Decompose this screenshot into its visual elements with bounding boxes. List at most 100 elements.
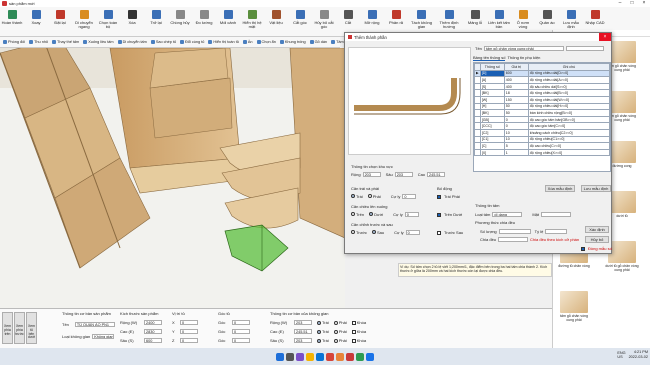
table-row[interactable]: [W] 150 độ rộng chiều dài[W>=0] (474, 95, 610, 104)
table-row[interactable]: [BK] 18 độ rộng chiều dài[B>=0] (474, 89, 610, 97)
table-cell[interactable]: 5 (503, 142, 529, 150)
minimize-icon[interactable]: – (614, 0, 626, 7)
start-icon[interactable] (276, 352, 284, 361)
table-row[interactable]: [C2] 10 khoảng cách chiều[C2>=0] (474, 128, 610, 137)
table-cell[interactable]: 600 (503, 69, 529, 78)
side-option[interactable]: Phải (333, 320, 347, 325)
table-header-cell[interactable]: Giá trị (503, 63, 529, 71)
library-thumbnail[interactable] (560, 291, 588, 313)
component-variant-select[interactable] (565, 46, 604, 51)
ribbon-button-12[interactable]: Cắt góc (288, 9, 312, 36)
table-cell[interactable]: 400 (503, 76, 529, 84)
taskview-icon[interactable] (296, 352, 304, 361)
checkbox-fit[interactable]: Đồng mẫu số (581, 245, 612, 252)
product-name-input[interactable]: TỦ QUẦN ÁO PN1 (74, 322, 115, 327)
region-height-input[interactable]: 245.51 (427, 172, 446, 177)
side-option[interactable]: Trái (317, 329, 329, 334)
toolbar2-item-3[interactable]: Xuống liều tấm (81, 40, 115, 44)
toolbar2-item-6[interactable]: Đổi cùng tủ (178, 40, 206, 44)
side-option[interactable]: Phải (333, 329, 347, 334)
panel-type-select[interactable]: dí dạng (492, 212, 523, 217)
spc-input[interactable]: 203 (294, 320, 312, 325)
space-type-input[interactable]: Không gian mới (92, 334, 115, 339)
ribbon-button-7[interactable]: Chồng hủy (168, 9, 192, 36)
ribbon-button-8[interactable]: Đo lường (192, 9, 216, 36)
ribbon-button-6[interactable]: Trở lại (144, 9, 168, 36)
tab-accessories[interactable]: Thông tin phụ kiện (507, 55, 540, 61)
ribbon-button-4[interactable]: Chọn toàn bộ (96, 9, 120, 36)
toolbar2-item-7[interactable]: Hiển thị toàn tủ (206, 40, 241, 44)
table-row[interactable]: [S] 400 độ sâu chiều dài[S>=0] (474, 82, 610, 91)
toolbar2-item-10[interactable]: Khung trống (278, 40, 308, 44)
pos-input[interactable]: 0 (180, 320, 198, 325)
component-name-input[interactable]: tấm gỗ chân vòng cung phải (483, 46, 564, 51)
library-thumbnail[interactable] (608, 141, 636, 163)
table-cell[interactable]: 400 (503, 82, 529, 91)
radio-top[interactable]: Trên (351, 212, 364, 218)
app-icon-orange[interactable] (336, 352, 344, 361)
library-thumbnail[interactable] (608, 241, 636, 263)
gap-ud-input[interactable]: 0 (404, 212, 419, 217)
library-thumbnail[interactable] (608, 91, 636, 113)
table-row[interactable]: ▶ [D] 600 độ rộng chiều dài[D>=0] (474, 69, 610, 78)
checkbox-fixed-fb[interactable]: Trước Sau (437, 229, 463, 236)
library-item-label[interactable]: tấm gỗ chân vòng cung phải (557, 314, 591, 323)
app-icon-red[interactable] (326, 352, 334, 361)
toolbar2-item-11[interactable]: Gõ dán (308, 40, 329, 44)
chrome-icon[interactable] (366, 352, 374, 361)
table-cell[interactable]: 0 (503, 115, 529, 124)
table-header-cell[interactable]: Thông số (479, 63, 505, 71)
region-width-input[interactable]: 203 (362, 172, 381, 177)
table-row[interactable]: [C1] 10 độ rộng chiều[C1>=0] (474, 135, 610, 144)
view-tab-top[interactable]: Xem phía trên (2, 312, 13, 344)
ang-input[interactable]: 0 (232, 320, 250, 325)
divide-input[interactable] (498, 237, 529, 242)
toolbar2-item-2[interactable]: Thay thế tấm (50, 40, 81, 44)
ribbon-button-3[interactable]: Di chuyển ngang (72, 9, 96, 36)
clock[interactable]: 4:21 PM 2022-03-02 (629, 350, 648, 359)
toolbar2-item-9[interactable]: Chọn ẩn (255, 40, 278, 44)
ribbon-button-9[interactable]: Mối cảnh (216, 9, 240, 36)
side-option[interactable]: Trái (317, 338, 329, 343)
table-row[interactable]: [BK] 50 bán kính chiều rộng[B>=0] (474, 109, 610, 117)
checkbox-fixed-lr[interactable]: Trái Phải (437, 193, 460, 200)
table-cell[interactable]: 18 (503, 89, 529, 97)
table-row[interactable]: [X] 1 độ rộng chiều[X>=0] (474, 148, 610, 157)
library-item-label[interactable]: đường tủ chân vòng (557, 264, 591, 269)
pos-input[interactable]: 0 (180, 329, 198, 334)
radio-front[interactable]: Trước (351, 230, 367, 236)
table-cell[interactable]: 10 (503, 135, 529, 144)
confirm-button[interactable]: Xác định (585, 226, 609, 233)
maximize-icon[interactable]: □ (626, 0, 638, 7)
spc-input[interactable]: 245.51 (294, 329, 312, 334)
ribbon-button-11[interactable]: Vật liệu (264, 9, 288, 36)
side-option[interactable]: Phải (333, 338, 347, 343)
library-thumbnail[interactable] (608, 41, 636, 63)
sizes-input[interactable]: 600 (144, 338, 162, 343)
ratio-input[interactable] (545, 229, 568, 234)
sizes-input[interactable]: 2400 (144, 320, 162, 325)
app-icon-green[interactable] (356, 352, 364, 361)
radio-bottom[interactable]: Dưới (369, 212, 383, 218)
side-option[interactable]: Khóa (351, 320, 366, 325)
side-option[interactable]: Trái (317, 320, 329, 325)
toolbar2-item-5[interactable]: Sao chép tủ (149, 40, 178, 44)
dialog-close-button[interactable]: × (599, 33, 611, 41)
table-row[interactable]: [C] 5 độ cao chiều[C>=0] (474, 142, 610, 150)
view-tab-front[interactable]: Xem phía trước (14, 312, 25, 344)
table-row[interactable]: [H] 50 độ rộng chiều dài[H>=0] (474, 102, 610, 111)
toolbar2-item-8[interactable]: Ẩn (241, 40, 255, 44)
tab-parameters[interactable]: Bảng tên thông số (473, 55, 506, 61)
ribbon-button-2[interactable]: Đặt lại (48, 9, 72, 36)
region-depth-input[interactable]: 203 (394, 172, 413, 177)
panel-face-select[interactable] (541, 212, 572, 217)
explorer-icon[interactable] (306, 352, 314, 361)
cad-app-icon[interactable] (346, 352, 354, 361)
cancel-button[interactable]: Hủy bỏ (585, 236, 609, 243)
ribbon-button-10[interactable]: Hiển thị hệ mặt (240, 9, 264, 36)
table-cell[interactable]: 150 (503, 95, 529, 104)
3d-viewport[interactable] (0, 48, 345, 308)
library-thumbnail[interactable] (608, 191, 636, 213)
radio-back[interactable]: Sau (371, 230, 384, 236)
ribbon-button-5[interactable]: Xóa (120, 9, 144, 36)
